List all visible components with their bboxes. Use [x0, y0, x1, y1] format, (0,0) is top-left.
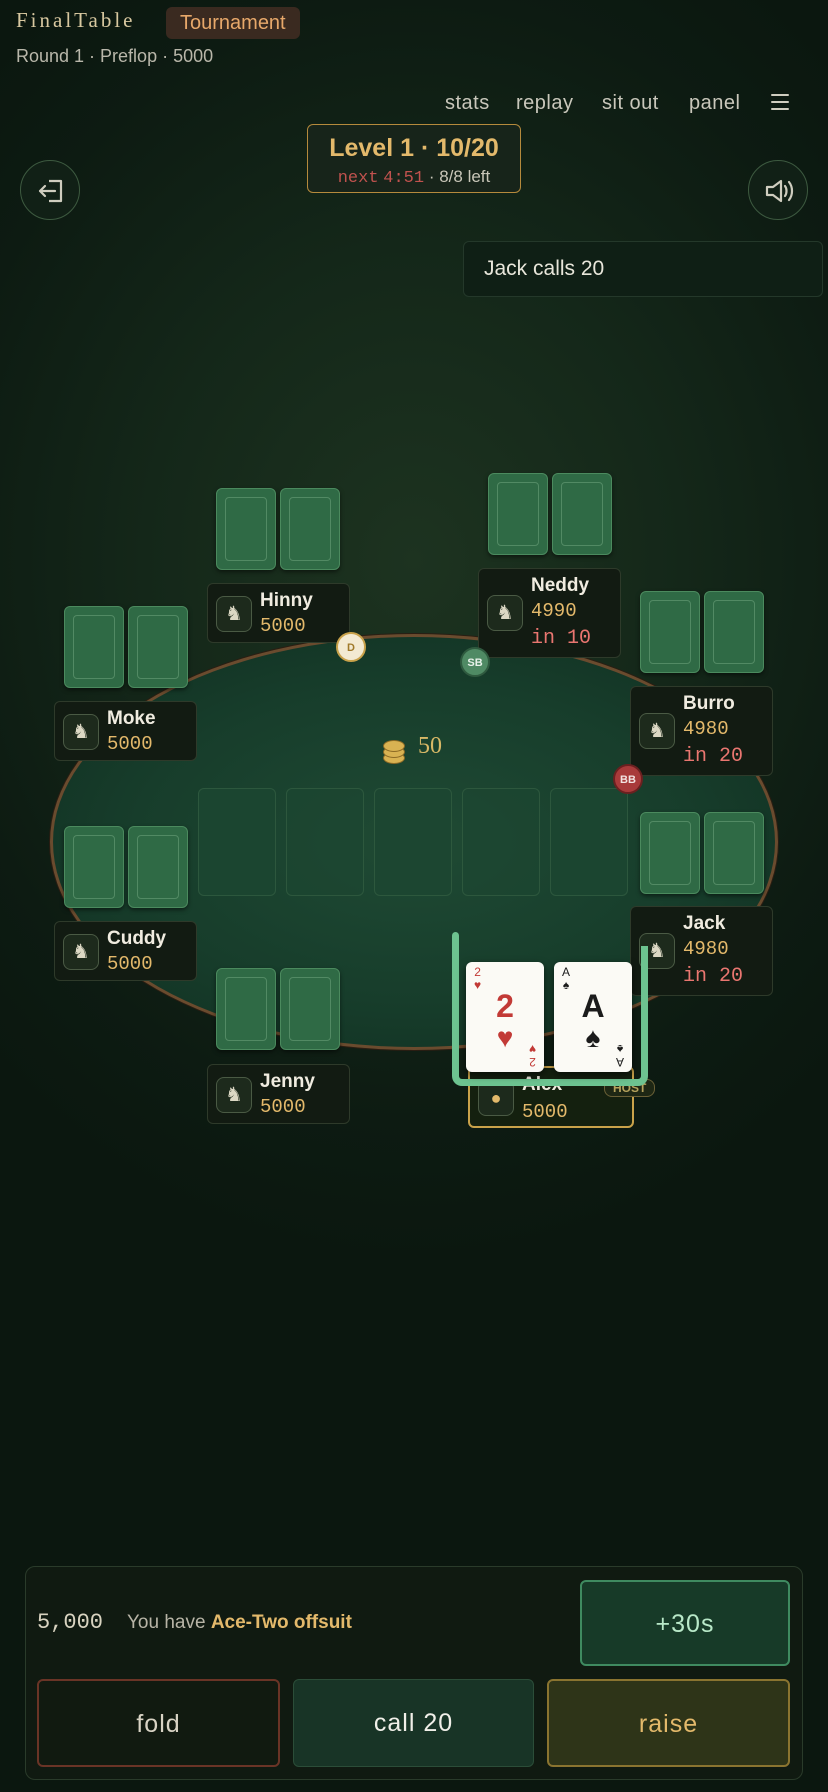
player-name: Cuddy — [107, 928, 167, 949]
donkey-avatar-icon: ♞ — [216, 1077, 252, 1113]
fold-button[interactable]: fold — [37, 1679, 280, 1767]
players-left: · 8/8 left — [428, 167, 491, 186]
card-back — [216, 488, 276, 570]
card-back — [64, 606, 124, 688]
dealer-button: D — [336, 632, 366, 662]
player-name: Burro — [683, 693, 735, 714]
card-back — [128, 606, 188, 688]
card-rank: A — [581, 988, 605, 1024]
donkey-avatar-icon: ♞ — [487, 595, 523, 631]
donkey-avatar-icon: ♞ — [216, 596, 252, 632]
seat-jenny[interactable]: ♞ Jenny 5000 — [207, 1064, 350, 1124]
player-chips: 5000 — [260, 615, 306, 637]
card-corner: A ♠ — [615, 1042, 624, 1069]
donkey-avatar-icon: ♞ — [63, 714, 99, 750]
nav-stats[interactable]: stats — [445, 92, 490, 115]
mode-badge: Tournament — [166, 7, 300, 39]
pot-amount: 50 — [418, 733, 442, 759]
player-name: Jenny — [260, 1071, 315, 1092]
card-back — [280, 968, 340, 1050]
action-log: Jack calls 20 — [463, 241, 823, 297]
donkey-avatar-icon: ♞ — [63, 934, 99, 970]
card-back — [640, 812, 700, 894]
blind-level-title: Level 1 · 10/20 — [329, 134, 499, 162]
seat-hinny[interactable]: ♞ Hinny 5000 — [207, 583, 350, 643]
hero-card-1: 2 ♥ 2 ♥ 2 ♥ — [466, 962, 544, 1072]
exit-icon — [38, 179, 63, 203]
card-back — [704, 591, 764, 673]
blind-level-info: next 4:51 · 8/8 left — [308, 167, 520, 188]
card-back — [128, 826, 188, 908]
chip-stack-icon — [383, 738, 407, 766]
nav-replay[interactable]: replay — [516, 92, 573, 115]
call-button[interactable]: call 20 — [293, 1679, 534, 1767]
nav-panel[interactable]: panel — [689, 92, 740, 115]
player-chips: 5000 — [107, 733, 153, 755]
board-slot — [198, 788, 276, 896]
card-back — [280, 488, 340, 570]
hand-description: You have Ace-Two offsuit — [127, 1612, 352, 1633]
next-level-label: next — [337, 169, 379, 188]
card-back — [64, 826, 124, 908]
donkey-avatar-icon: ♞ — [639, 713, 675, 749]
card-back — [704, 812, 764, 894]
player-name: Hinny — [260, 590, 313, 611]
timebank-button[interactable]: +30s — [580, 1580, 790, 1666]
board-slot — [374, 788, 452, 896]
big-blind-button: BB — [613, 764, 643, 794]
player-bet: in 20 — [683, 745, 744, 768]
seat-neddy[interactable]: ♞ Neddy 4990 in 10 — [478, 568, 621, 658]
player-chips: 5000 — [107, 953, 153, 975]
player-name: Jack — [683, 913, 726, 934]
player-bet: in 20 — [683, 965, 744, 988]
player-chips: 5000 — [522, 1101, 568, 1123]
blind-level-box: Level 1 · 10/20 next 4:51 · 8/8 left — [307, 124, 521, 193]
card-corner: 2 ♥ — [528, 1042, 536, 1069]
player-chips: 4980 — [683, 718, 729, 740]
card-corner: A ♠ — [562, 965, 571, 992]
player-chips: 5000 — [260, 1096, 306, 1118]
small-blind-button: SB — [460, 647, 490, 677]
speaker-icon — [765, 179, 794, 203]
card-corner: 2 ♥ — [474, 965, 482, 992]
hero-stack: 5,000 — [37, 1610, 104, 1635]
menu-icon[interactable] — [771, 94, 789, 110]
player-name: Neddy — [531, 575, 590, 596]
board-slot — [286, 788, 364, 896]
exit-button[interactable] — [20, 160, 80, 220]
seat-burro[interactable]: ♞ Burro 4980 in 20 — [630, 686, 773, 776]
board-slot — [462, 788, 540, 896]
card-back — [488, 473, 548, 555]
seat-cuddy[interactable]: ♞ Cuddy 5000 — [54, 921, 197, 981]
card-back — [552, 473, 612, 555]
seat-jack[interactable]: ♞ Jack 4980 in 20 — [630, 906, 773, 996]
round-info: Round 1 · Preflop · 5000 — [16, 46, 214, 66]
sound-button[interactable] — [748, 160, 808, 220]
card-back — [216, 968, 276, 1050]
brand-logo: FinalTable — [16, 8, 136, 32]
seat-moke[interactable]: ♞ Moke 5000 — [54, 701, 197, 761]
card-back — [640, 591, 700, 673]
player-chips: 4990 — [531, 600, 577, 622]
player-bet: in 10 — [531, 627, 592, 650]
card-rank: 2 — [496, 988, 514, 1024]
player-chips: 4980 — [683, 938, 729, 960]
raise-button[interactable]: raise — [547, 1679, 790, 1767]
board-slot — [550, 788, 628, 896]
nav-sit-out[interactable]: sit out — [602, 92, 659, 115]
player-name: Moke — [107, 708, 156, 729]
hero-card-2: A ♠ A ♠ A ♠ — [554, 962, 632, 1072]
next-level-timer: 4:51 — [383, 169, 425, 188]
